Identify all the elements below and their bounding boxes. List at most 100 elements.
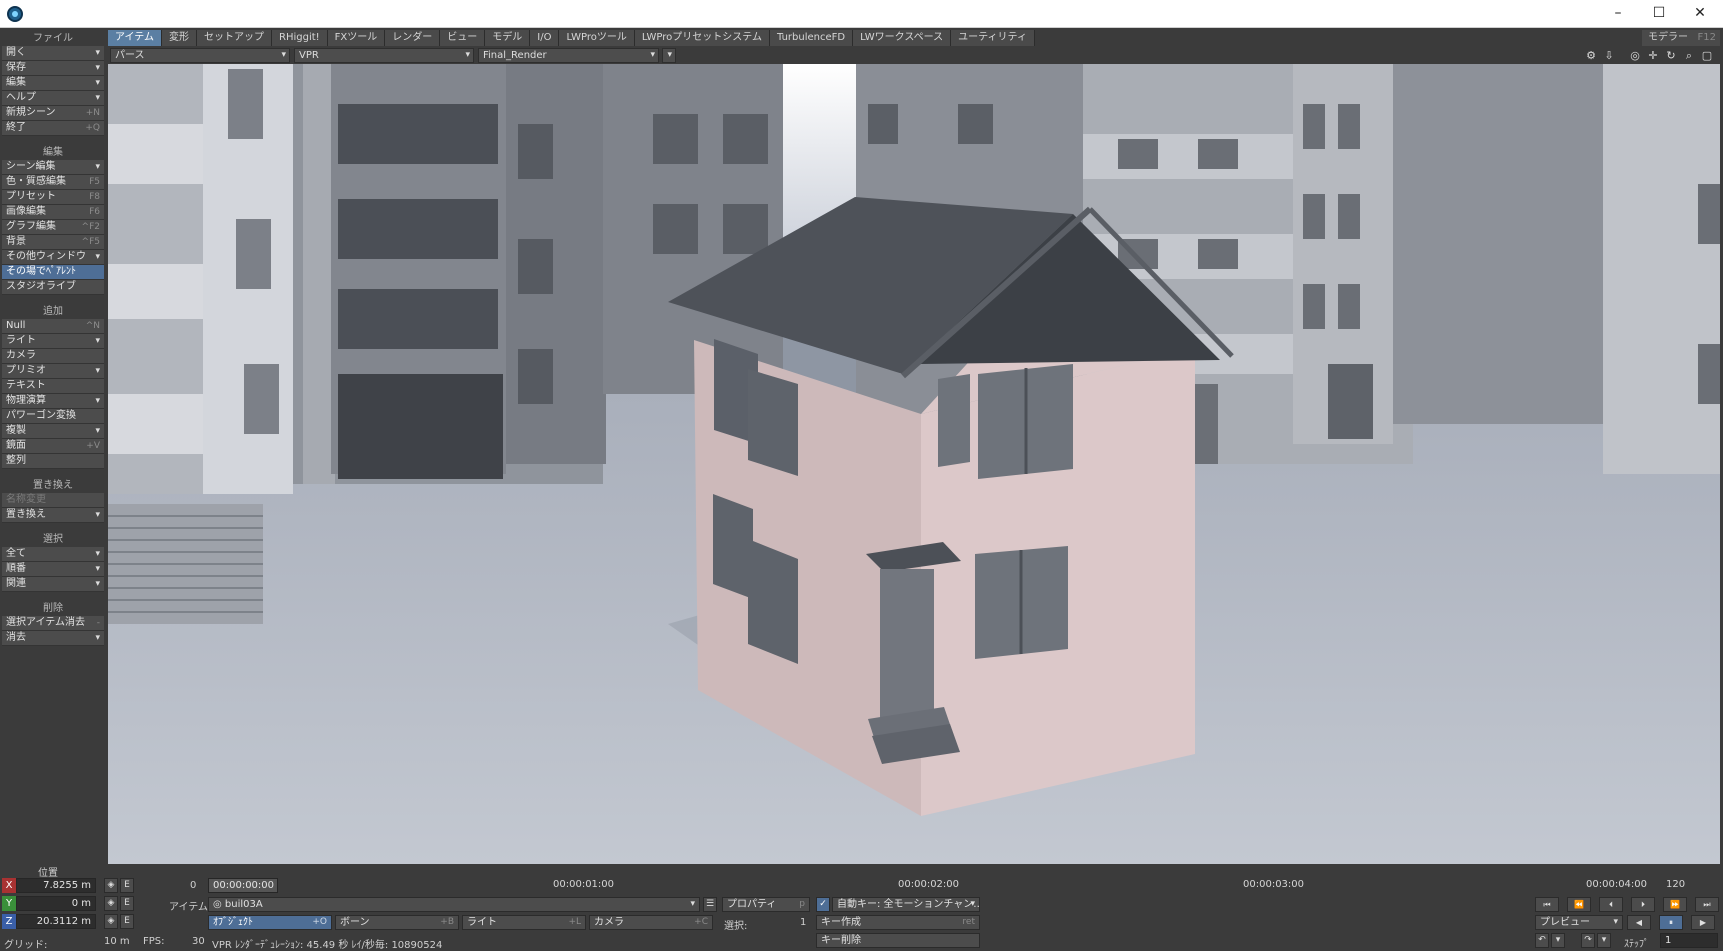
item-list-icon[interactable]: ☰ (703, 897, 717, 912)
zoom-icon[interactable]: ⌕ (1681, 48, 1697, 63)
sidebar-item-add-7[interactable]: 複製 ▾ (2, 424, 104, 439)
envelope-x-button[interactable]: E (120, 878, 134, 893)
link-icon[interactable]: ◈ (104, 878, 118, 893)
preview-select[interactable]: プレビュー ▾ (1535, 915, 1623, 930)
properties-button[interactable]: プロパティ p (722, 897, 810, 912)
sidebar-item-replace-1[interactable]: 置き換え ▾ (2, 508, 104, 523)
sidebar-item-add-5[interactable]: 物理演算 ▾ (2, 394, 104, 409)
prev-frame-icon[interactable]: ⏴ (1599, 897, 1623, 912)
envelope-z-button[interactable]: E (120, 914, 134, 929)
prev-key-icon[interactable]: ⏪ (1567, 897, 1591, 912)
sidebar-item-delete-1[interactable]: 消去 ▾ (2, 631, 104, 646)
sidebar-item-edit-6[interactable]: その他ウィンドウ ▾ (2, 250, 104, 265)
sidebar-item-add-2[interactable]: カメラ (2, 349, 104, 364)
sidebar-item-edit-2[interactable]: プリセット F8 (2, 190, 104, 205)
modeler-button[interactable]: モデラー F12 (1642, 30, 1720, 46)
auto-key-select[interactable]: 自動キー: 全モーションチャン… ▾ (832, 897, 980, 912)
objects-mode-button[interactable]: ｵﾌﾞｼﾞｪｸﾄ +O (208, 915, 332, 930)
go-to-start-icon[interactable]: ⏮ (1535, 897, 1559, 912)
render-mode-select[interactable]: VPR ▾ (294, 48, 474, 63)
position-y-field[interactable]: 0 m (16, 896, 96, 911)
viewport[interactable] (108, 64, 1720, 864)
undo-icon[interactable]: ↶ (1535, 933, 1549, 948)
tab-3[interactable]: RHiggit! (272, 30, 328, 46)
move-view-icon[interactable]: ✛ (1645, 48, 1661, 63)
current-frame[interactable]: 0 (190, 880, 196, 891)
sidebar-item-select-0[interactable]: 全て ▾ (2, 547, 104, 562)
sidebar-item-add-3[interactable]: プリミオ ▾ (2, 364, 104, 379)
viewport-options-toggle[interactable]: ▾ (662, 48, 676, 63)
play-reverse-icon[interactable]: ◀ (1627, 915, 1651, 930)
sidebar-item-add-9[interactable]: 整列 (2, 454, 104, 469)
chevron-down-icon[interactable]: ▾ (1597, 933, 1611, 948)
sidebar-item-edit-1[interactable]: 色・質感編集 F5 (2, 175, 104, 190)
sidebar-item-replace-0[interactable]: 名称変更 (2, 493, 104, 508)
delete-key-button[interactable]: キー削除 (816, 933, 980, 948)
cameras-mode-button[interactable]: カメラ +C (589, 915, 713, 930)
sidebar-item-edit-3[interactable]: 画像編集 F6 (2, 205, 104, 220)
tab-9[interactable]: LWProツール (559, 30, 635, 46)
tab-0[interactable]: アイテム (108, 30, 162, 46)
sidebar-item-add-0[interactable]: Null ^N (2, 319, 104, 334)
sidebar-item-file-0[interactable]: 開く ▾ (2, 46, 104, 61)
sidebar-item-edit-5[interactable]: 背景 ^F5 (2, 235, 104, 250)
sidebar-item-edit-8[interactable]: スタジオライブ (2, 280, 104, 295)
close-icon[interactable]: ✕ (1680, 0, 1720, 28)
tab-7[interactable]: モデル (485, 30, 531, 46)
link-icon[interactable]: ◈ (104, 914, 118, 929)
sidebar-item-add-6[interactable]: パワーゴン変換 (2, 409, 104, 424)
sidebar-item-select-2[interactable]: 関連 ▾ (2, 577, 104, 592)
pause-icon[interactable]: ⏸ (1659, 915, 1683, 930)
sidebar-item-file-2[interactable]: 編集 ▾ (2, 76, 104, 91)
sidebar-item-select-1[interactable]: 順番 ▾ (2, 562, 104, 577)
maximize-icon[interactable]: ☐ (1639, 0, 1679, 28)
position-x-field[interactable]: 7.8255 m (16, 878, 96, 893)
sidebar-item-edit-4[interactable]: グラフ編集 ^F2 (2, 220, 104, 235)
tab-1[interactable]: 変形 (162, 30, 197, 46)
sidebar-item-file-5[interactable]: 終了 +Q (2, 121, 104, 136)
sidebar-item-file-4[interactable]: 新規シーン +N (2, 106, 104, 121)
tab-12[interactable]: LWワークスペース (853, 30, 952, 46)
step-field[interactable]: 1 (1660, 933, 1718, 948)
tab-11[interactable]: TurbulenceFD (769, 30, 854, 46)
rotate-view-icon[interactable]: ◎ (1627, 48, 1643, 63)
bones-mode-button[interactable]: ボーン +B (335, 915, 459, 930)
sidebar-item-add-1[interactable]: ライト ▾ (2, 334, 104, 349)
minimize-icon[interactable]: – (1598, 0, 1638, 28)
tab-6[interactable]: ビュー (440, 30, 486, 46)
tab-13[interactable]: ユーティリティ (951, 30, 1035, 46)
camera-select[interactable]: Final_Render ▾ (478, 48, 659, 63)
lights-mode-button[interactable]: ライト +L (462, 915, 586, 930)
tab-8[interactable]: I/O (530, 30, 560, 46)
redo-icon[interactable]: ↷ (1581, 933, 1595, 948)
sidebar-item-delete-0[interactable]: 選択アイテム消去 - (2, 616, 104, 631)
next-frame-icon[interactable]: ⏵ (1631, 897, 1655, 912)
sidebar-item-add-8[interactable]: 鏡面 +V (2, 439, 104, 454)
maximize-view-icon[interactable]: ▢ (1699, 48, 1715, 63)
go-to-end-icon[interactable]: ⏭ (1695, 897, 1719, 912)
gear-icon[interactable]: ⚙ (1583, 48, 1599, 63)
sidebar-item-add-4[interactable]: テキスト (2, 379, 104, 394)
tab-10[interactable]: LWProプリセットシステム (634, 30, 770, 46)
sidebar-item-edit-0[interactable]: シーン編集 ▾ (2, 160, 104, 175)
checkbox-icon[interactable]: ✓ (816, 897, 830, 912)
tab-5[interactable]: レンダー (385, 30, 441, 46)
sidebar-item-file-1[interactable]: 保存 ▾ (2, 61, 104, 76)
view-mode-select[interactable]: パース ▾ (110, 48, 290, 63)
create-key-button[interactable]: キー作成 ret (816, 915, 980, 930)
chevron-down-icon: ▾ (95, 48, 100, 58)
tab-2[interactable]: セットアップ (197, 30, 272, 46)
link-icon[interactable]: ◈ (104, 896, 118, 911)
next-key-icon[interactable]: ⏩ (1663, 897, 1687, 912)
position-z-field[interactable]: 20.3112 m (16, 914, 96, 929)
sidebar-header-select: 選択 (2, 533, 104, 546)
envelope-y-button[interactable]: E (120, 896, 134, 911)
tab-4[interactable]: FXツール (327, 30, 386, 46)
save-render-icon[interactable]: ⇩ (1601, 48, 1617, 63)
chevron-down-icon[interactable]: ▾ (1551, 933, 1565, 948)
item-select[interactable]: ◎ buil03A ▾ (208, 897, 700, 912)
refresh-icon[interactable]: ↻ (1663, 48, 1679, 63)
sidebar-item-file-3[interactable]: ヘルプ ▾ (2, 91, 104, 106)
sidebar-item-edit-7[interactable]: その場でﾍﾟｱﾚﾝﾄ (2, 265, 104, 280)
play-icon[interactable]: ▶ (1691, 915, 1715, 930)
